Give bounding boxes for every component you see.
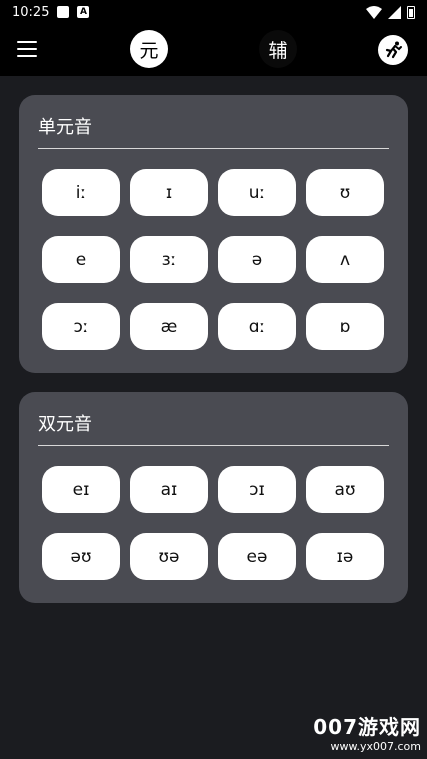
phoneme-key[interactable]: e — [42, 236, 120, 283]
watermark-url: www.yx007.com — [330, 740, 421, 753]
phoneme-key[interactable]: ʊə — [130, 533, 208, 580]
monophthongs-card: 单元音 iː ɪ uː ʊ e ɜː ə ʌ ɔː æ ɑː ɒ — [19, 95, 408, 373]
app-bar: 元 辅 — [0, 24, 427, 76]
phoneme-key[interactable]: ɔɪ — [218, 466, 296, 513]
phoneme-key[interactable]: æ — [130, 303, 208, 350]
status-time: 10:25 — [12, 4, 50, 20]
diphthongs-card: 双元音 eɪ aɪ ɔɪ aʊ əʊ ʊə eə ɪə — [19, 392, 408, 603]
notification-icon — [57, 6, 70, 18]
phoneme-key[interactable]: ʊ — [306, 169, 384, 216]
phoneme-key[interactable]: ʌ — [306, 236, 384, 283]
phoneme-key[interactable]: aʊ — [306, 466, 384, 513]
phoneme-key[interactable]: eə — [218, 533, 296, 580]
phoneme-key[interactable]: ɒ — [306, 303, 384, 350]
phoneme-key[interactable]: əʊ — [42, 533, 120, 580]
phoneme-key[interactable]: ɜː — [130, 236, 208, 283]
status-bar: 10:25 A — [0, 0, 427, 24]
signal-icon — [388, 5, 401, 19]
diphthongs-keys: eɪ aɪ ɔɪ aʊ əʊ ʊə eə ɪə — [42, 466, 384, 580]
diphthongs-title: 双元音 — [38, 414, 92, 435]
phoneme-key[interactable]: eɪ — [42, 466, 120, 513]
battery-icon — [407, 5, 415, 19]
monophthongs-keys: iː ɪ uː ʊ e ɜː ə ʌ ɔː æ ɑː ɒ — [42, 169, 384, 350]
menu-icon[interactable] — [17, 41, 37, 57]
notification-a-icon: A — [77, 6, 90, 18]
phoneme-key[interactable]: ɑː — [218, 303, 296, 350]
watermark-title: 007游戏网 — [313, 715, 421, 739]
wifi-icon — [366, 5, 382, 19]
watermark: 007游戏网 www.yx007.com — [313, 711, 421, 753]
running-person-icon[interactable] — [378, 35, 408, 65]
tab-vowels[interactable]: 元 — [130, 30, 168, 68]
phoneme-key[interactable]: ɪ — [130, 169, 208, 216]
phoneme-key[interactable]: aɪ — [130, 466, 208, 513]
tab-consonants[interactable]: 辅 — [259, 30, 297, 68]
divider — [38, 445, 389, 446]
divider — [38, 148, 389, 149]
phoneme-key[interactable]: ɪə — [306, 533, 384, 580]
phoneme-key[interactable]: ɔː — [42, 303, 120, 350]
monophthongs-title: 单元音 — [38, 117, 92, 138]
phoneme-key[interactable]: ə — [218, 236, 296, 283]
phoneme-key[interactable]: iː — [42, 169, 120, 216]
phoneme-key[interactable]: uː — [218, 169, 296, 216]
